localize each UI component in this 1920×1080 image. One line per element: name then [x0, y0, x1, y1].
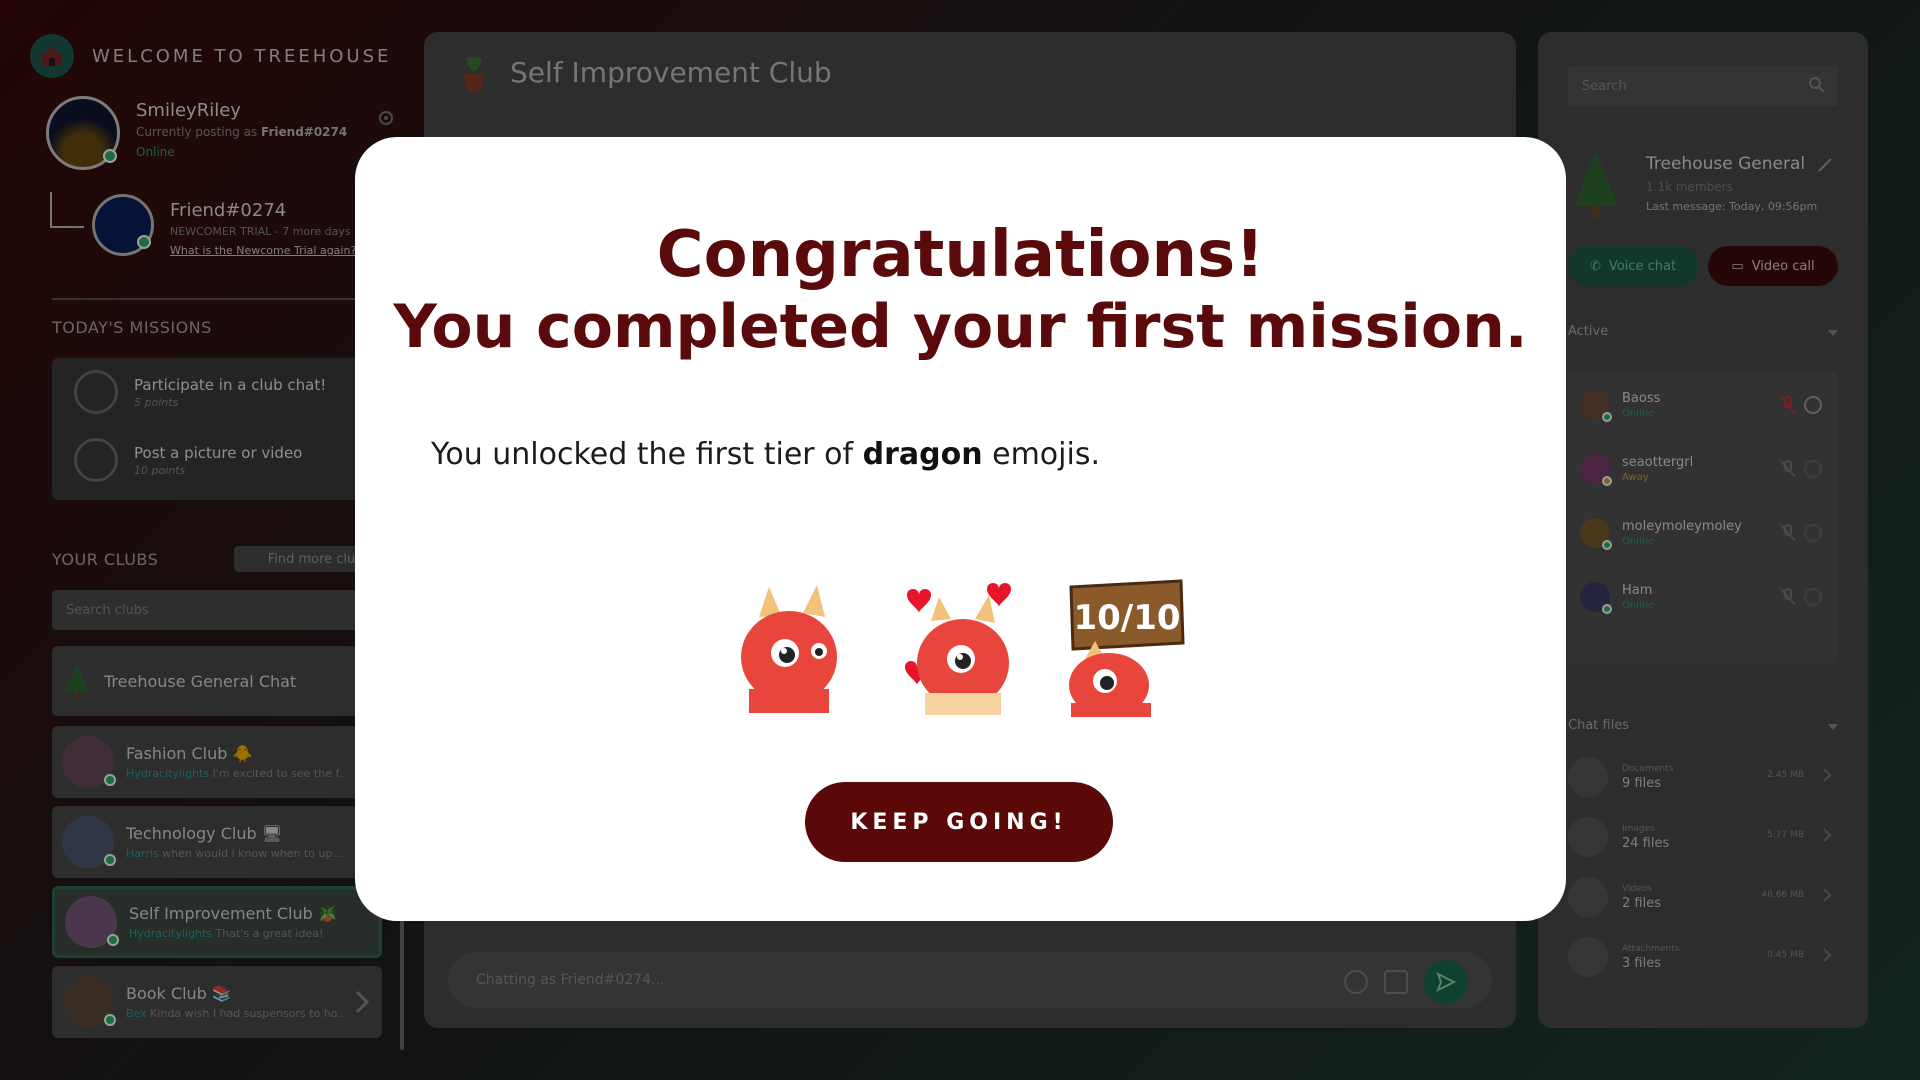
message-suffix: emojis.	[982, 437, 1100, 472]
message-prefix: You unlocked the first tier of	[431, 437, 863, 472]
dragon-emoji-ten-out-of-ten-icon: 10/10	[1069, 579, 1185, 717]
dialog-title: Congratulations!	[656, 218, 1265, 292]
dragon-emoji-thinking-icon	[741, 585, 837, 713]
sign-text: 10/10	[1073, 598, 1180, 638]
message-highlight: dragon	[862, 437, 983, 472]
dragon-emoji-love-icon	[905, 583, 1011, 715]
dialog-message: You unlocked the first tier of dragon em…	[431, 437, 1100, 472]
dialog-subtitle: You completed your first mission.	[393, 292, 1528, 362]
mission-complete-dialog: Congratulations! You completed your firs…	[355, 137, 1566, 921]
keep-going-button[interactable]: KEEP GOING!	[805, 782, 1113, 862]
